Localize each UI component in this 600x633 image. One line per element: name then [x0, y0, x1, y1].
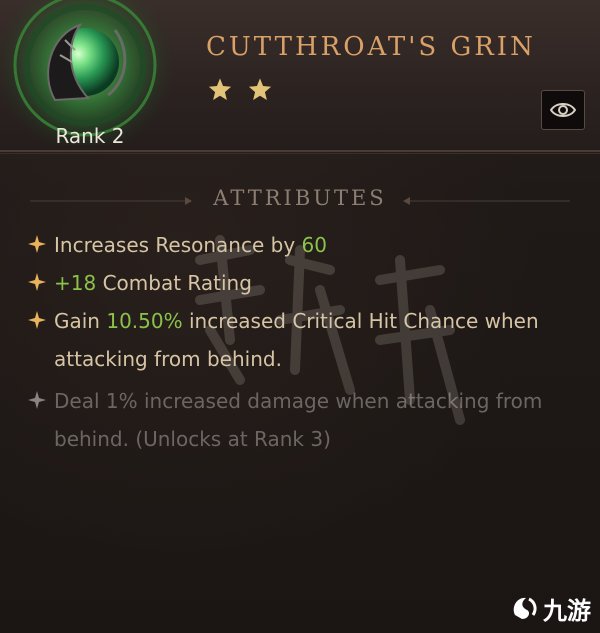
header-divider — [0, 153, 600, 154]
attributes-header: ATTRIBUTES — [0, 186, 600, 216]
attribute-value: 60 — [301, 233, 327, 257]
star-rating — [206, 76, 274, 106]
star-icon — [248, 78, 272, 101]
attribute-text: Deal 1% increased damage when attacking … — [54, 389, 543, 451]
eye-icon — [550, 103, 576, 117]
logo-mark-icon — [513, 597, 537, 619]
attribute-text: Increases Resonance by — [54, 233, 302, 257]
site-logo: 九游 — [509, 590, 595, 626]
diamond-bullet-icon — [28, 311, 46, 329]
star-icon — [208, 78, 232, 101]
attribute-item: +18 Combat Rating — [26, 264, 586, 302]
attributes-list: Increases Resonance by 60 +18 Combat Rat… — [26, 226, 586, 470]
logo-text: 九游 — [543, 596, 591, 625]
diamond-bullet-icon — [28, 235, 46, 253]
attribute-text: Combat Rating — [96, 271, 252, 295]
attribute-value: 10.50% — [106, 309, 183, 333]
attribute-item: Gain 10.50% increased Critical Hit Chanc… — [26, 302, 586, 378]
locked-attribute-item: Deal 1% increased damage when attacking … — [26, 382, 586, 458]
attribute-text: Gain — [54, 309, 107, 333]
rank-label: Rank 2 — [55, 124, 125, 148]
inspect-button[interactable] — [541, 90, 585, 130]
diamond-bullet-icon — [28, 273, 46, 291]
diamond-bullet-icon — [28, 391, 46, 409]
attributes-title: ATTRIBUTES — [213, 186, 387, 210]
attribute-item: Increases Resonance by 60 — [26, 226, 586, 264]
attribute-value: +18 — [54, 271, 97, 295]
item-tooltip: Rank 2 CUTTHROAT'S GRIN ATTRIBUTES Incre… — [0, 0, 600, 633]
item-title: CUTTHROAT'S GRIN — [206, 32, 536, 62]
